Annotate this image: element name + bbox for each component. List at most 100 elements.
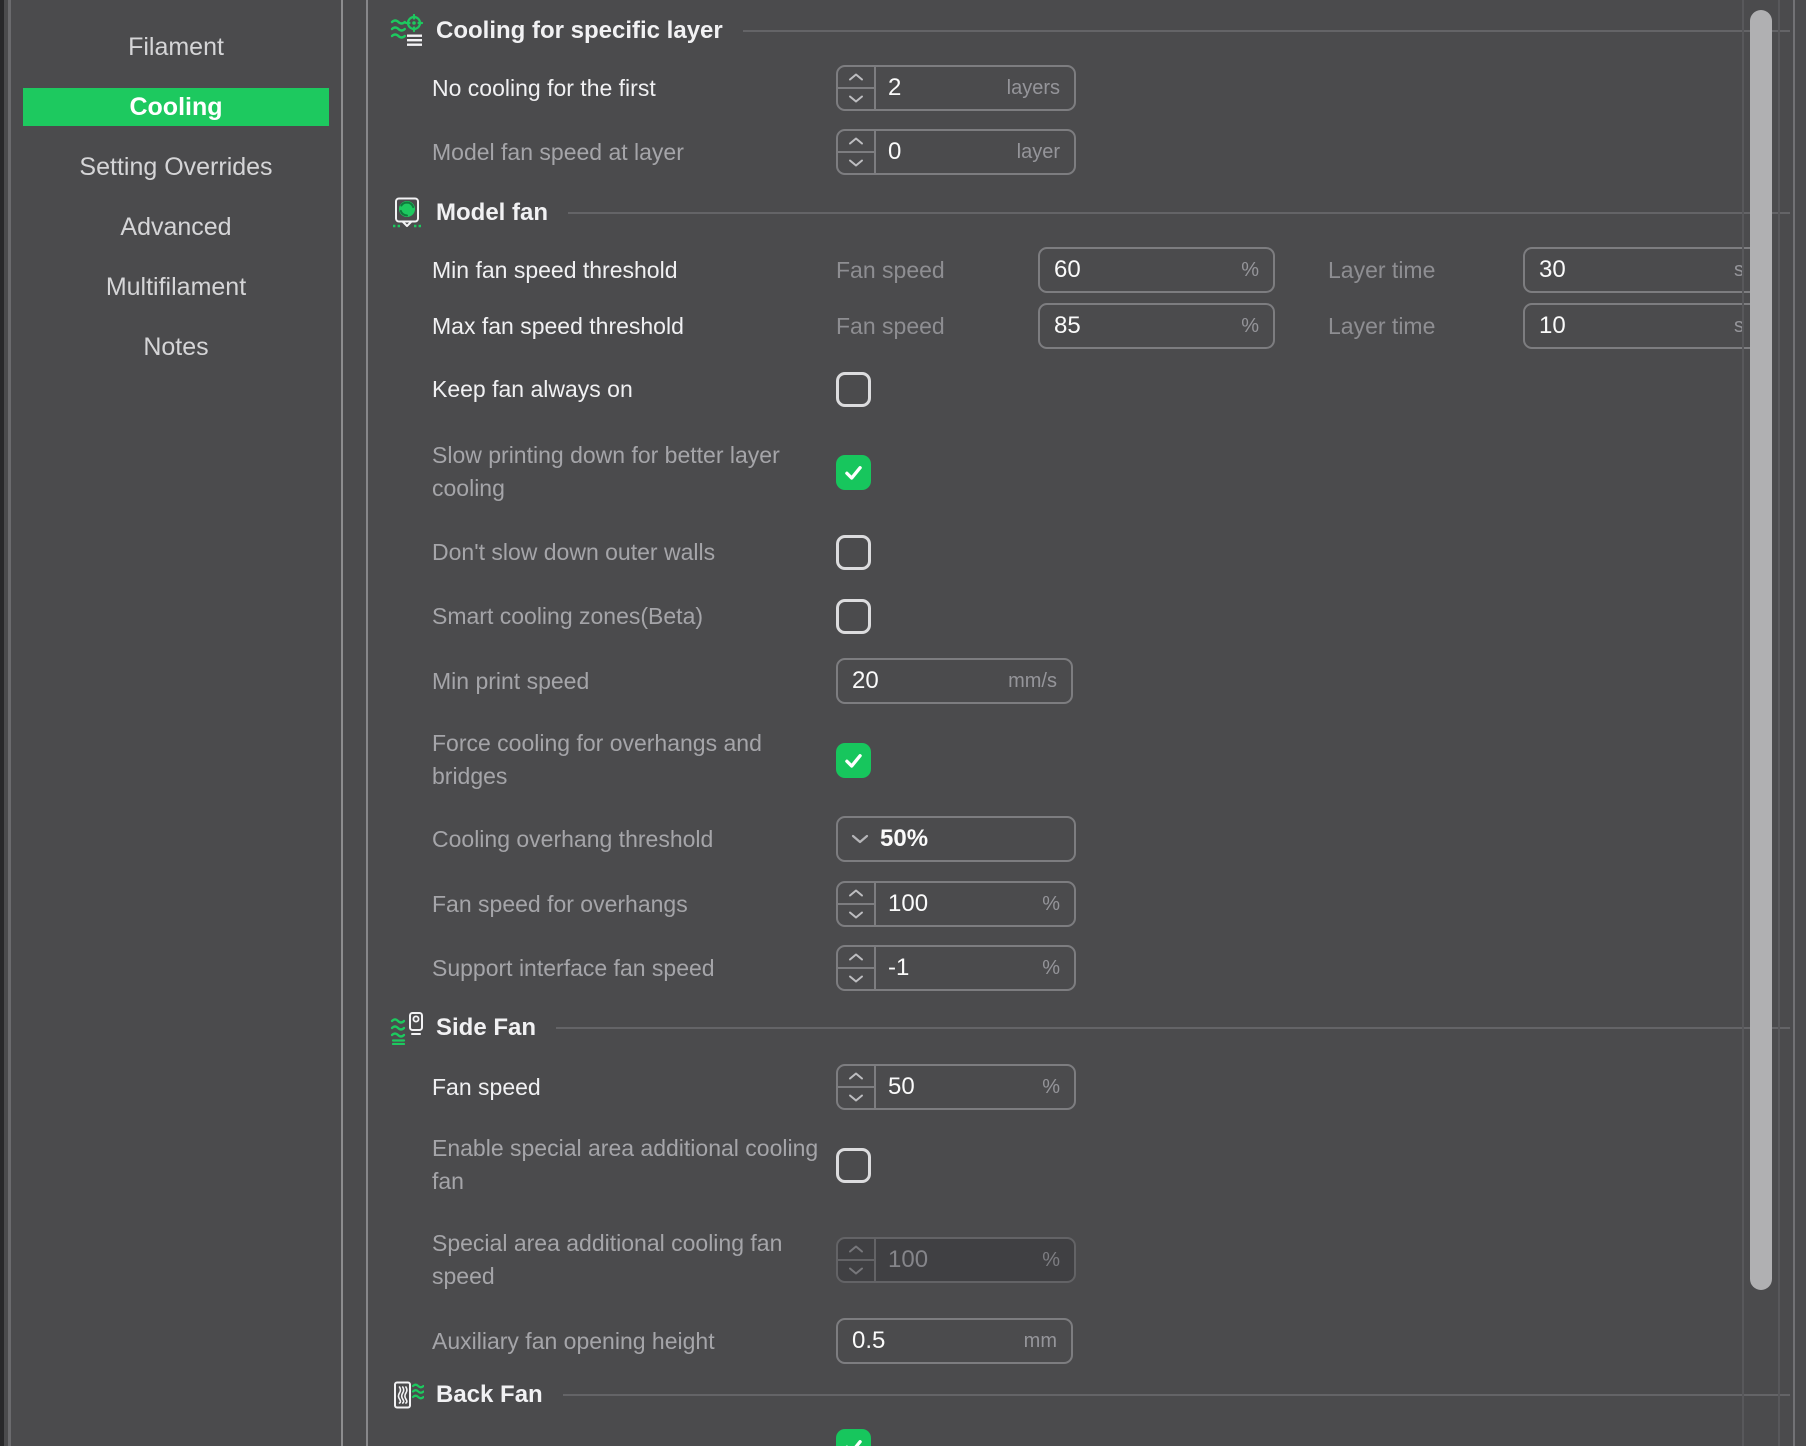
sidebar-item-advanced[interactable]: Advanced: [23, 208, 329, 246]
sidebar-item-cooling[interactable]: Cooling: [23, 88, 329, 126]
setting-row-no-cooling-for-the-first: No cooling for the first2layers: [432, 56, 1806, 120]
spinner-input[interactable]: 50%: [836, 1064, 1076, 1110]
checkbox-checked[interactable]: [836, 1429, 871, 1446]
checkbox-unchecked[interactable]: [836, 535, 871, 570]
side-fan-icon: [390, 1011, 424, 1045]
setting-label: Support interface fan speed: [432, 952, 836, 985]
spinner-input[interactable]: 0 layer: [836, 129, 1076, 175]
section-divider: [563, 1394, 1790, 1396]
setting-label: Keep fan always on: [432, 373, 836, 406]
sidebar-item-multifilament[interactable]: Multifilament: [23, 268, 329, 306]
setting-label: Special area additional cooling fan spee…: [432, 1227, 836, 1293]
spinner-down-button[interactable]: [838, 1088, 874, 1108]
input-value: -1: [876, 954, 909, 982]
setting-label: Fan speed for overhangs: [432, 888, 836, 921]
input-value: 2: [876, 74, 901, 102]
setting-label: Max fan speed threshold: [432, 310, 836, 343]
checkbox-checked[interactable]: [836, 743, 871, 778]
spinner-down-button[interactable]: [838, 969, 874, 989]
spinner-down-button[interactable]: [838, 153, 874, 173]
text-input[interactable]: 10s: [1523, 303, 1760, 349]
field-sublabel: Layer time: [1328, 313, 1523, 340]
spinner-up-button[interactable]: [838, 1239, 874, 1261]
input-value: 100: [876, 1246, 928, 1274]
setting-row-keep-fan-always-on: Keep fan always on: [432, 354, 1806, 424]
input-unit: %: [1042, 957, 1060, 980]
sidebar-item-notes[interactable]: Notes: [23, 328, 329, 366]
setting-row-auxiliary-fan-opening-height: Auxiliary fan opening height0.5mm: [432, 1308, 1806, 1374]
scrollbar-track: [1778, 0, 1780, 1446]
spinner-up-button[interactable]: [838, 947, 874, 969]
dropdown-select[interactable]: 50%: [836, 816, 1076, 862]
input-value: 20: [838, 667, 879, 695]
text-input[interactable]: 0.5mm: [836, 1318, 1073, 1364]
setting-row-slow-printing-down-for-better-layer-cooling: Slow printing down for better layer cool…: [432, 424, 1806, 520]
input-value: 0.5: [838, 1327, 885, 1355]
input-value: 85: [1040, 312, 1081, 340]
spinner-up-button[interactable]: [838, 1066, 874, 1088]
spinner-up-button[interactable]: [838, 67, 874, 89]
field-sublabel: Fan speed: [836, 313, 1038, 340]
section-header-back-fan: Back Fan: [390, 1374, 1806, 1416]
input-unit: %: [1241, 259, 1259, 282]
input-value: 60: [1040, 256, 1081, 284]
sidebar-item-label: Cooling: [129, 93, 222, 122]
text-input[interactable]: 60%: [1038, 247, 1275, 293]
checkmark-icon: [841, 1434, 866, 1446]
sidebar-item-setting-overrides[interactable]: Setting Overrides: [23, 148, 329, 186]
spinner-down-button[interactable]: [838, 905, 874, 925]
spinner-up-button[interactable]: [838, 883, 874, 905]
setting-label: Auxiliary fan opening height: [432, 1325, 836, 1358]
setting-label: Cooling overhang threshold: [432, 823, 836, 856]
setting-row-fan-speed: Fan speed50%: [432, 1056, 1806, 1118]
sidebar-item-label: Filament: [128, 33, 224, 62]
input-unit: %: [1042, 1249, 1060, 1272]
scrollbar-thumb[interactable]: [1750, 10, 1772, 1290]
spinner-input[interactable]: -1%: [836, 945, 1076, 991]
sidebar-nav: Filament Cooling Setting Overrides Advanced…: [11, 0, 343, 1446]
field-sublabel: Fan speed: [836, 257, 1038, 284]
checkbox-unchecked[interactable]: [836, 599, 871, 634]
input-unit: mm/s: [1008, 670, 1057, 693]
section-title: Back Fan: [436, 1381, 543, 1409]
checkbox-unchecked[interactable]: [836, 1148, 871, 1183]
section-divider: [743, 30, 1790, 32]
sidebar-item-filament[interactable]: Filament: [23, 28, 329, 66]
input-unit: layer: [1017, 141, 1060, 164]
input-value: 0: [876, 138, 901, 166]
checkbox-checked[interactable]: [836, 455, 871, 490]
window-left-edge: [0, 0, 4, 1446]
filament-settings-window: Filament Cooling Setting Overrides Advanced…: [0, 0, 1806, 1446]
spinner-input[interactable]: 100%: [836, 1237, 1076, 1283]
text-input[interactable]: 30s: [1523, 247, 1760, 293]
window-left-divider: [8, 0, 11, 1446]
spinner-down-button[interactable]: [838, 1261, 874, 1281]
spinner-input[interactable]: 2layers: [836, 65, 1076, 111]
setting-row-support-interface-fan-speed: Support interface fan speed-1%: [432, 936, 1806, 1000]
setting-label: Model fan speed at layer: [432, 136, 836, 169]
section-title: Side Fan: [436, 1014, 536, 1042]
text-input[interactable]: 85%: [1038, 303, 1275, 349]
text-input[interactable]: 20 mm/s: [836, 658, 1073, 704]
section-title: Model fan: [436, 199, 548, 227]
setting-label: Min print speed: [432, 665, 836, 698]
spinner-buttons: [838, 131, 876, 173]
field-sublabel: Layer time: [1328, 257, 1523, 284]
section-header-cooling-for-specific-layer: Cooling for specific layer: [390, 6, 1806, 56]
setting-row-checkbox: [432, 1416, 1806, 1446]
spinner-down-button[interactable]: [838, 89, 874, 109]
back-fan-icon: [390, 1378, 424, 1412]
setting-label: Fan speed: [432, 1071, 836, 1104]
setting-row-don-t-slow-down-outer-walls: Don't slow down outer walls: [432, 520, 1806, 584]
model-fan-icon: [390, 196, 424, 230]
setting-label: Smart cooling zones(Beta): [432, 600, 836, 633]
chevron-down-icon: [850, 833, 870, 845]
checkbox-unchecked[interactable]: [836, 372, 871, 407]
setting-row-model-fan-speed-at-layer: Model fan speed at layer 0 layer: [432, 120, 1806, 184]
sidebar-item-label: Multifilament: [106, 273, 246, 302]
input-value: 30: [1525, 256, 1566, 284]
setting-label: Slow printing down for better layer cool…: [432, 439, 836, 505]
settings-panel: Cooling for specific layerNo cooling for…: [366, 0, 1806, 1446]
spinner-input[interactable]: 100%: [836, 881, 1076, 927]
spinner-up-button[interactable]: [838, 131, 874, 153]
